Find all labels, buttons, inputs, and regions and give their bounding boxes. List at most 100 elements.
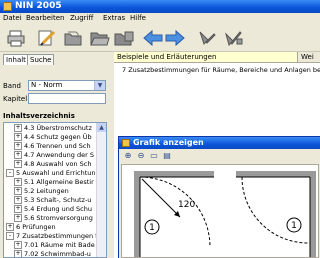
tree-scrollbar[interactable]: ▲ [96,123,106,257]
zone-marker-left-label: 1 [149,223,155,233]
print-button[interactable] [6,28,28,48]
menu-hilfe[interactable]: Hilfe [130,14,146,22]
tree-item[interactable]: +5.4 Erdung und Schu [14,205,92,213]
graphic-canvas: 1 120 1 [121,164,319,258]
tree-item[interactable]: +5.2 Leitungen [14,187,69,195]
tree-item[interactable]: +6 Prüfungen [6,223,56,231]
zone-marker-right-label: 1 [291,221,297,231]
edit-icon [38,30,56,46]
back-button[interactable] [142,28,164,48]
expand-icon[interactable]: + [14,196,22,204]
tree-item[interactable]: +4.6 Trennen und Sch [14,142,91,150]
band-select-value: N - Norm [31,81,63,89]
wall-top-left [134,171,214,177]
chevron-down-icon[interactable]: ▼ [94,81,105,90]
expand-icon[interactable]: + [14,214,22,222]
expand-icon[interactable]: + [14,241,22,249]
edit-button[interactable] [36,28,58,48]
tab-inhalt[interactable]: Inhalt [3,54,29,65]
expand-icon[interactable]: + [14,178,22,186]
content-row[interactable]: 7 Zusatzbestimmungen für Räume, Bereiche… [122,66,320,74]
folder-open-button[interactable] [88,28,110,48]
bookmark-remove-button[interactable] [222,28,244,48]
toc-tree: +4.3 Überstromschutz +4.4 Schutz gegen Ü… [3,122,107,258]
tree-item-label: 7.01 Räume mit Bade [24,241,95,249]
tree-item[interactable]: +5.6 Stromversorgung [14,214,93,222]
menu-datei[interactable]: Datei [3,14,22,22]
bookmark-add-button[interactable] [196,28,218,48]
expand-icon[interactable]: + [14,124,22,132]
tree-item[interactable]: +4.7 Anwendung der S [14,151,94,159]
tree-item-label: 5.2 Leitungen [24,187,69,195]
bookmark-remove-icon [225,31,243,46]
menu-extras[interactable]: Extras [103,14,125,22]
folder-stack-icon [114,31,134,46]
dialog-toolbar: ⊕ ⊖ ▭ ▤ [119,149,320,163]
tree-item[interactable]: +5.3 Schalt-, Schutz-u [14,196,91,204]
tree-item[interactable]: +5.1 Allgemeine Bestir [14,178,94,186]
expand-icon[interactable]: + [14,151,22,159]
folder-open-icon [90,32,110,46]
tree-item[interactable]: +4.3 Überstromschutz [14,124,92,132]
collapse-icon[interactable]: - [6,169,14,177]
folder-stack-button[interactable] [113,28,135,48]
dimension-label: 120 [178,200,195,210]
zoom-out-icon[interactable]: ⊖ [136,151,146,161]
zoom-in-icon[interactable]: ⊕ [123,151,133,161]
dimension-line [141,178,181,218]
tree-item-label: 7 Zusatzbestimmungen f [16,232,98,240]
expand-icon[interactable]: + [14,187,22,195]
tree-item-label: 7.02 Schwimmbad-u [24,250,91,258]
title-bar: NIN 2005 [0,0,320,13]
menu-bar: Datei Bearbeiten Zugriff Extras Hilfe [0,13,320,25]
forward-arrow-icon [165,29,185,47]
tree-item-label: 6 Prüfungen [16,223,56,231]
kapitel-input[interactable] [28,93,106,104]
tree-item[interactable]: -5 Auswahl und Errichtun [6,169,96,177]
column-header-beispiele[interactable]: Beispiele und Erläuterungen [114,52,298,62]
scroll-up-icon[interactable]: ▲ [97,123,106,132]
content-header: Beispiele und Erläuterungen Wei [114,52,320,63]
menu-bearbeiten[interactable]: Bearbeiten [26,14,64,22]
expand-icon[interactable]: + [6,223,14,231]
expand-icon[interactable]: + [14,142,22,150]
bookmark-add-icon [199,31,216,45]
menu-zugriff[interactable]: Zugriff [70,14,93,22]
wall-right [310,171,316,257]
tree-item[interactable]: +7.02 Schwimmbad-u [14,250,91,258]
fit-icon[interactable]: ▭ [149,151,159,161]
tree-item[interactable]: -7 Zusatzbestimmungen f [6,232,97,240]
tree-item-label: 5.1 Allgemeine Bestir [24,178,94,186]
tree-item-label: 5.3 Schalt-, Schutz-u [24,196,92,204]
print-icon[interactable]: ▤ [162,151,172,161]
back-arrow-icon [143,29,163,47]
band-select[interactable]: N - Norm ▼ [28,80,106,91]
bathroom-diagram: 1 120 1 [134,171,316,257]
navigation-pane: Inhalt Suche Band N - Norm ▼ Kapitel Inh… [0,52,112,258]
column-header-weitere[interactable]: Wei [298,52,320,62]
tree-item[interactable]: +7.01 Räume mit Bade [14,241,95,249]
print-icon [7,30,25,47]
expand-icon[interactable]: + [14,205,22,213]
tree-item-label: 4.8 Auswahl von Sch [24,160,92,168]
tree-item-label: 5 Auswahl und Errichtun [16,169,96,177]
expand-icon[interactable]: + [14,133,22,141]
expand-icon[interactable]: + [14,160,22,168]
zone-arc-right [241,176,311,244]
forward-button[interactable] [164,28,186,48]
wall-top-right [236,171,316,177]
tree-item-label: 4.6 Trennen und Sch [24,142,91,150]
tree-item-label: 5.4 Erdung und Schu [24,205,92,213]
expand-icon[interactable]: + [14,250,22,257]
window-title: NIN 2005 [15,1,62,11]
app-icon [3,2,12,11]
tree-item[interactable]: +4.8 Auswahl von Sch [14,160,91,168]
tree-item[interactable]: +4.4 Schutz gegen Üb [14,133,92,141]
dialog-title: Grafik anzeigen [133,138,204,147]
grafik-dialog: Grafik anzeigen ⊕ ⊖ ▭ ▤ 1 120 1 [118,136,320,258]
tab-suche[interactable]: Suche [27,54,55,65]
collapse-icon[interactable]: - [6,232,14,240]
application-window: NIN 2005 Datei Bearbeiten Zugriff Extras… [0,0,320,258]
folder-button[interactable] [62,28,84,48]
tree-item-label: 5.6 Stromversorgung [24,214,93,222]
